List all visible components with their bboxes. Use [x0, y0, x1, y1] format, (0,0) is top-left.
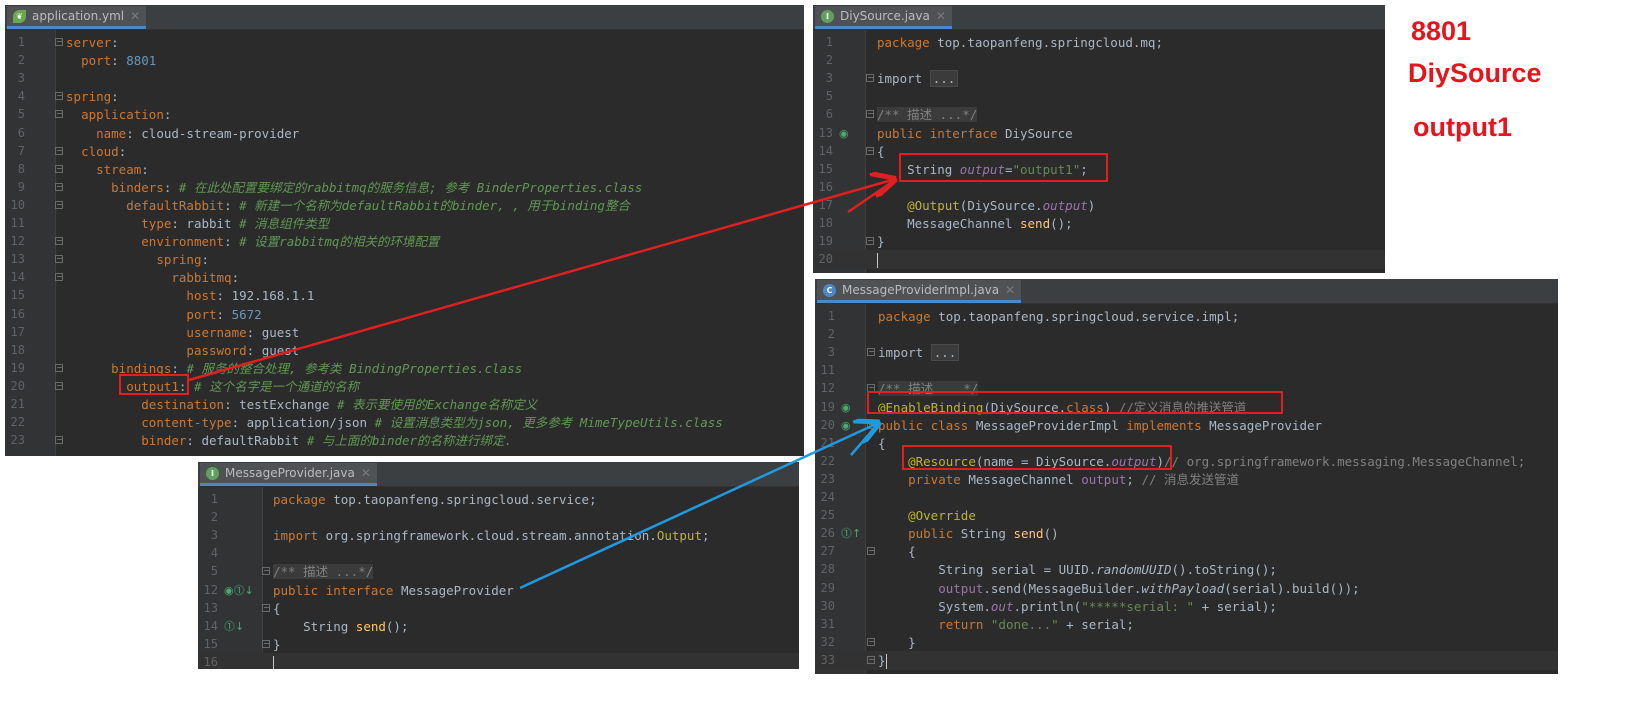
annotation-port: 8801	[1411, 16, 1472, 46]
red-arrow-output1-to-diysource	[188, 180, 892, 382]
arrow-overlay	[188, 0, 1642, 590]
annotation-output1: output1	[1413, 112, 1512, 142]
annotation-diysource: DiySource	[1408, 58, 1542, 88]
blue-arrow-provider-to-impl	[519, 424, 876, 590]
